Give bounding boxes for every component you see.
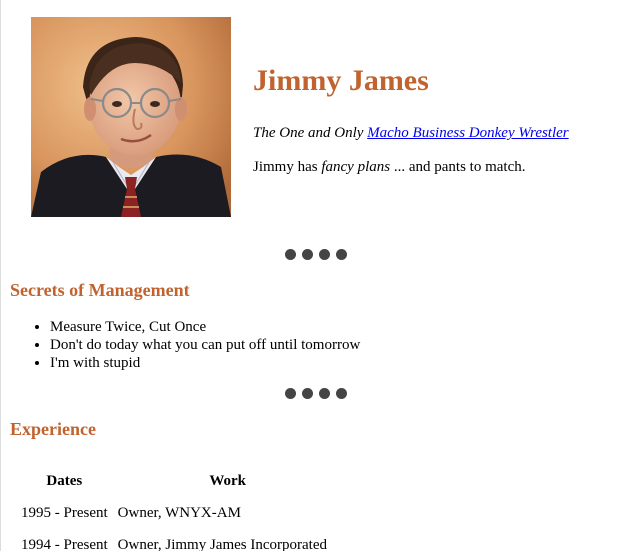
profile-description: Jimmy has fancy plans ... and pants to m… xyxy=(253,159,525,176)
tagline-prefix: The One and Only xyxy=(253,125,368,141)
table-row: 1994 - Present Owner, Jimmy James Incorp… xyxy=(17,530,342,551)
profile-name: Jimmy James xyxy=(253,64,429,97)
separator-dot xyxy=(319,249,330,260)
profile-header: Jimmy James The One and Only Macho Busin… xyxy=(31,17,621,217)
separator-dot xyxy=(285,388,296,399)
profile-tagline: The One and Only Macho Business Donkey W… xyxy=(253,125,569,142)
table-header-row: Dates Work xyxy=(17,466,342,496)
management-list: Measure Twice, Cut Once Don't do today w… xyxy=(32,318,360,372)
desc-suffix: ... and pants to match. xyxy=(390,159,526,175)
experience-table: Dates Work 1995 - Present Owner, WNYX-AM… xyxy=(15,464,344,551)
separator-dot xyxy=(319,388,330,399)
header-work: Work xyxy=(209,472,246,489)
resume-page: Jimmy James The One and Only Macho Busin… xyxy=(0,0,624,551)
experience-title: Experience xyxy=(10,419,96,439)
management-title: Secrets of Management xyxy=(10,280,190,300)
table-row: 1995 - Present Owner, WNYX-AM xyxy=(17,498,342,528)
separator-dot xyxy=(302,388,313,399)
separator-dot xyxy=(285,249,296,260)
desc-emphasis: fancy plans xyxy=(321,159,391,175)
row-dates: 1995 - Present xyxy=(21,504,108,521)
tagline-link[interactable]: Macho Business Donkey Wrestler xyxy=(367,125,568,141)
list-item: Don't do today what you can put off unti… xyxy=(50,336,360,354)
separator-dot xyxy=(302,249,313,260)
dots-separator xyxy=(285,388,349,400)
desc-prefix: Jimmy has xyxy=(253,159,322,175)
dots-separator xyxy=(285,249,349,261)
row-work: Owner, WNYX-AM xyxy=(117,504,241,521)
list-item: Measure Twice, Cut Once xyxy=(50,318,360,336)
header-dates: Dates xyxy=(46,472,83,489)
row-work: Owner, Jimmy James Incorporated xyxy=(117,536,327,551)
row-dates: 1994 - Present xyxy=(21,536,108,551)
separator-dot xyxy=(336,249,347,260)
separator-dot xyxy=(336,388,347,399)
profile-photo xyxy=(31,17,231,217)
list-item: I'm with stupid xyxy=(50,354,360,372)
